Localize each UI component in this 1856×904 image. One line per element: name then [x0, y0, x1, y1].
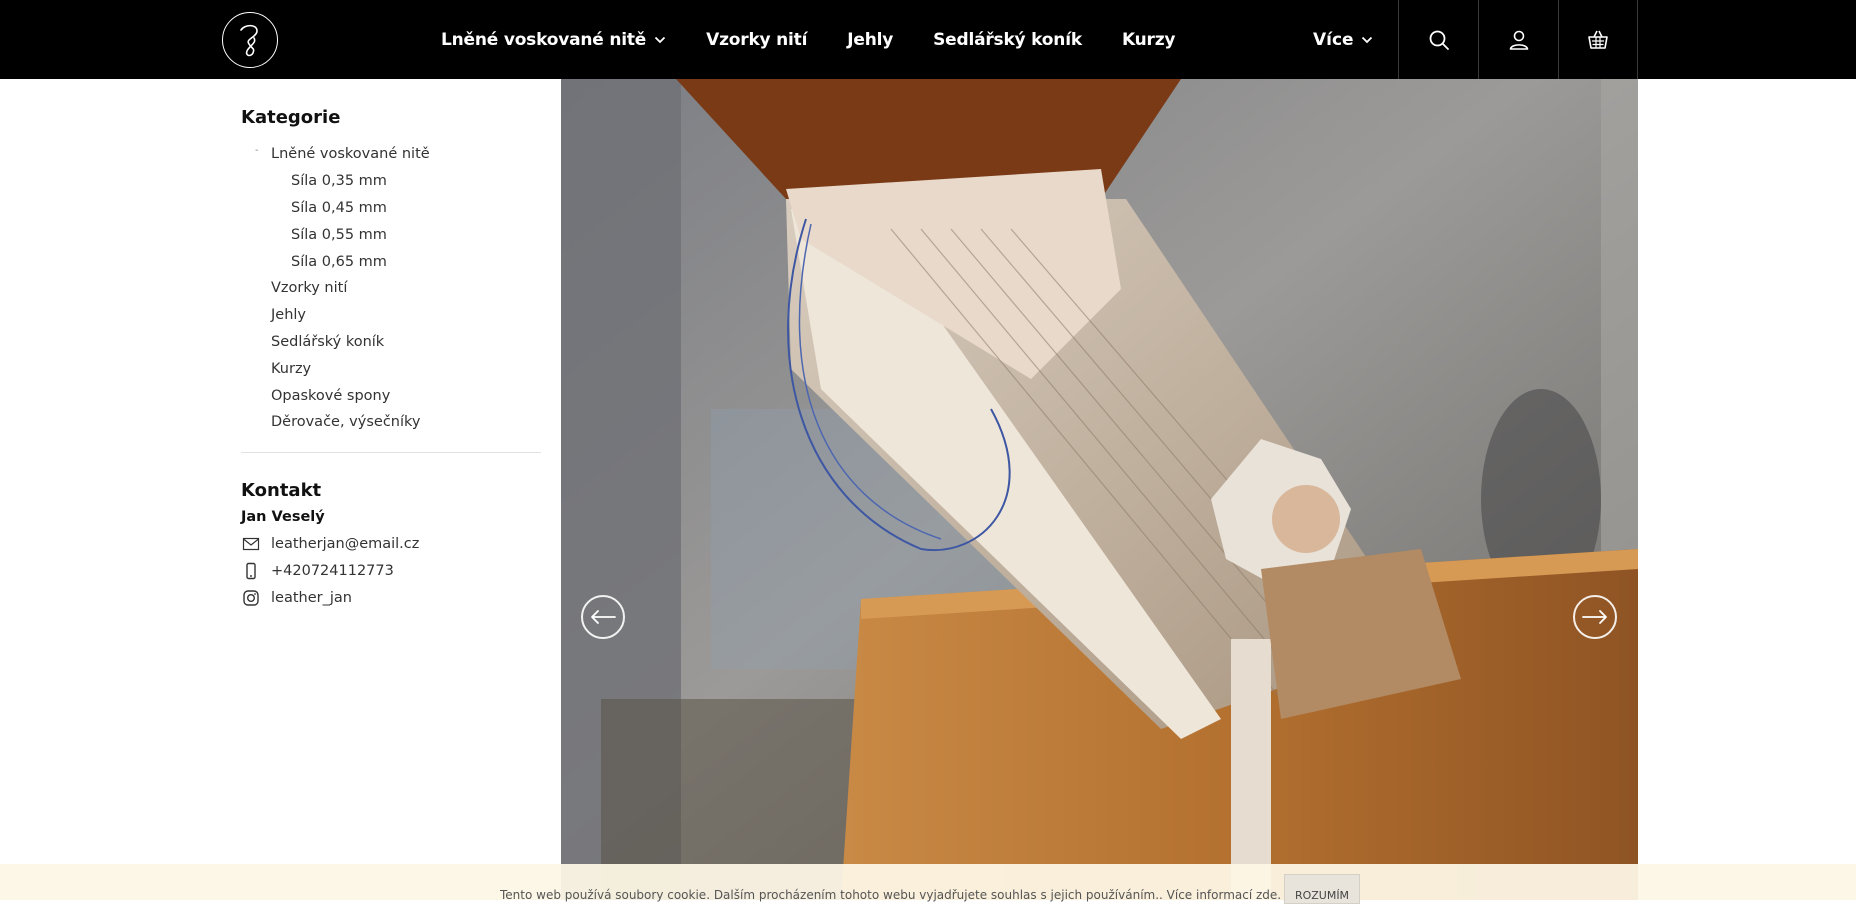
email-text: leatherjan@email.cz: [271, 536, 420, 552]
chevron-down-icon: [654, 36, 666, 43]
nav-label: Jehly: [847, 29, 894, 50]
category-item[interactable]: Síla 0,65 mm: [241, 248, 541, 275]
more-label: Více: [1313, 29, 1354, 50]
script-j-logo-icon: [240, 24, 258, 57]
category-item[interactable]: Síla 0,35 mm: [241, 168, 541, 195]
category-item[interactable]: Děrovače, výsečníky: [241, 409, 541, 436]
category-item[interactable]: Vzorky nití: [241, 275, 541, 302]
nav-label: Sedlářský koník: [933, 29, 1082, 50]
arrow-left-icon: [591, 610, 616, 624]
phone-text: +420724112773: [271, 563, 394, 579]
category-item[interactable]: Lněné voskované nitě: [241, 141, 541, 168]
contact-name: Jan Veselý: [241, 509, 325, 525]
nav-label: Lněné voskované nitě: [441, 29, 647, 50]
nav-kurzy[interactable]: Kurzy: [1121, 29, 1176, 50]
contact-phone[interactable]: +420724112773: [241, 561, 394, 581]
instagram-text: leather_jan: [271, 590, 352, 606]
user-icon: [1509, 30, 1528, 50]
contact-email[interactable]: leatherjan@email.cz: [241, 534, 419, 554]
contact-heading: Kontakt: [241, 480, 322, 501]
nav-vzorky-niti[interactable]: Vzorky nití: [706, 30, 807, 50]
category-item[interactable]: Sedlářský koník: [241, 329, 541, 356]
sidebar-divider: [241, 452, 541, 453]
category-item[interactable]: Síla 0,45 mm: [241, 195, 541, 222]
basket-icon: [1588, 30, 1608, 49]
phone-icon: [241, 561, 261, 581]
nav-lnene-nite[interactable]: Lněné voskované nitě: [441, 30, 666, 50]
site-header: Lněné voskované nitě Vzorky nití Jehly S…: [0, 0, 1856, 79]
instagram-icon: [241, 588, 261, 608]
contact-instagram[interactable]: leather_jan: [241, 588, 352, 608]
category-list: Lněné voskované nitě Síla 0,35 mm Síla 0…: [241, 141, 541, 436]
nav-label: Vzorky nití: [706, 29, 808, 50]
cookie-banner: Tento web používá soubory cookie. Dalším…: [0, 864, 1856, 904]
slider-prev-button[interactable]: [581, 595, 625, 639]
logo[interactable]: [222, 12, 278, 68]
nav-label: Kurzy: [1121, 29, 1176, 50]
hero-slider: [561, 79, 1638, 900]
account-button[interactable]: [1478, 0, 1558, 79]
category-item[interactable]: Kurzy: [241, 355, 541, 382]
slider-next-button[interactable]: [1573, 595, 1617, 639]
category-item[interactable]: Opaskové spony: [241, 382, 541, 409]
search-icon: [1429, 30, 1449, 50]
main-nav: Lněné voskované nitě Vzorky nití Jehly S…: [441, 0, 1175, 79]
more-menu[interactable]: Více: [1313, 0, 1373, 79]
chevron-down-icon: [1361, 36, 1372, 43]
arrow-right-icon: [1582, 610, 1607, 624]
cart-button[interactable]: [1558, 0, 1638, 79]
category-item[interactable]: Síla 0,55 mm: [241, 221, 541, 248]
hero-image: [561, 79, 1638, 900]
nav-jehly[interactable]: Jehly: [847, 30, 893, 50]
nav-sedlarsky-konik[interactable]: Sedlářský koník: [933, 30, 1082, 50]
categories-heading: Kategorie: [241, 107, 341, 128]
search-button[interactable]: [1398, 0, 1478, 79]
envelope-icon: [241, 534, 261, 554]
category-item[interactable]: Jehly: [241, 302, 541, 329]
